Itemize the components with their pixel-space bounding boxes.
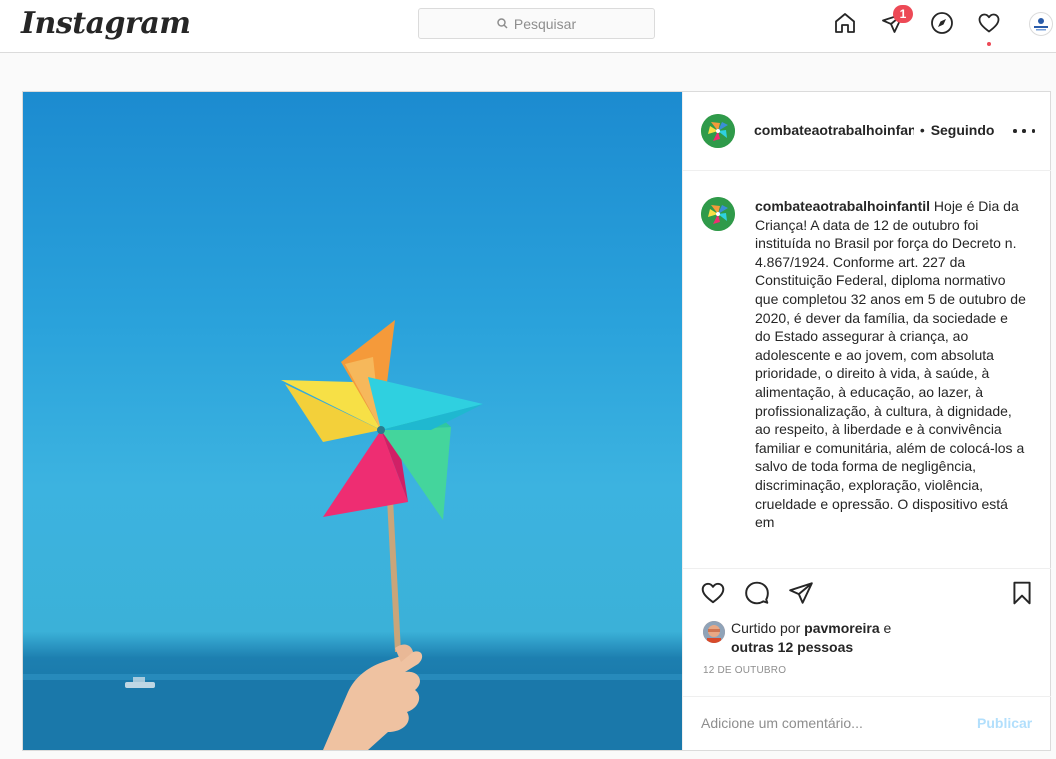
follow-status[interactable]: Seguindo xyxy=(931,122,995,138)
caption-avatar[interactable] xyxy=(701,197,735,231)
search-icon xyxy=(497,18,508,29)
share-icon[interactable] xyxy=(787,579,815,607)
liked-by-prefix: Curtido por xyxy=(731,620,801,636)
post-actions-section: Curtido por pavmoreira e outras 12 pesso… xyxy=(683,568,1051,750)
search-input[interactable]: Pesquisar xyxy=(418,8,655,39)
more-options-icon[interactable] xyxy=(1013,122,1035,140)
instagram-logo[interactable]: Instagram xyxy=(21,6,191,41)
comment-icon[interactable] xyxy=(743,579,771,607)
post-card: combateaotrabalhoinfantil • Seguindo com… xyxy=(22,91,1051,751)
post-image[interactable] xyxy=(23,92,682,750)
post-header: combateaotrabalhoinfantil • Seguindo xyxy=(683,92,1051,171)
header-user-line: combateaotrabalhoinfantil • Seguindo xyxy=(754,122,994,138)
post-date[interactable]: 12 DE OUTUBRO xyxy=(703,665,786,676)
search-placeholder: Pesquisar xyxy=(513,15,577,32)
liker-username[interactable]: pavmoreira xyxy=(804,620,879,636)
caption-username[interactable]: combateaotrabalhoinfantil xyxy=(755,198,930,214)
header-separator: • xyxy=(919,122,925,138)
caption-text: Hoje é Dia da Criança! A data de 12 de o… xyxy=(755,198,1026,531)
activity-dot xyxy=(987,42,991,46)
save-bookmark-icon[interactable] xyxy=(1008,579,1036,607)
profile-icon[interactable] xyxy=(1029,12,1053,36)
comment-input[interactable]: Adicione um comentário... xyxy=(701,715,863,731)
explore-icon[interactable] xyxy=(929,10,955,36)
header-username[interactable]: combateaotrabalhoinfantil xyxy=(754,122,914,138)
comment-box: Adicione um comentário... Publicar xyxy=(683,696,1051,751)
like-heart-icon[interactable] xyxy=(699,579,727,607)
notification-badge: 1 xyxy=(893,5,913,23)
home-icon[interactable] xyxy=(832,10,858,36)
liked-by-joiner: e xyxy=(883,620,892,636)
post-sidebar: combateaotrabalhoinfantil • Seguindo com… xyxy=(682,92,1051,750)
activity-heart-icon[interactable] xyxy=(976,10,1002,36)
author-avatar[interactable] xyxy=(701,114,735,148)
publish-button[interactable]: Publicar xyxy=(977,715,1032,731)
post-caption: combateaotrabalhoinfantil Hoje é Dia da … xyxy=(755,197,1027,559)
liker-avatar[interactable] xyxy=(703,621,725,643)
top-navigation-bar: Instagram Pesquisar 1 xyxy=(0,0,1056,53)
likes-others-link[interactable]: outras 12 pessoas xyxy=(731,639,853,655)
